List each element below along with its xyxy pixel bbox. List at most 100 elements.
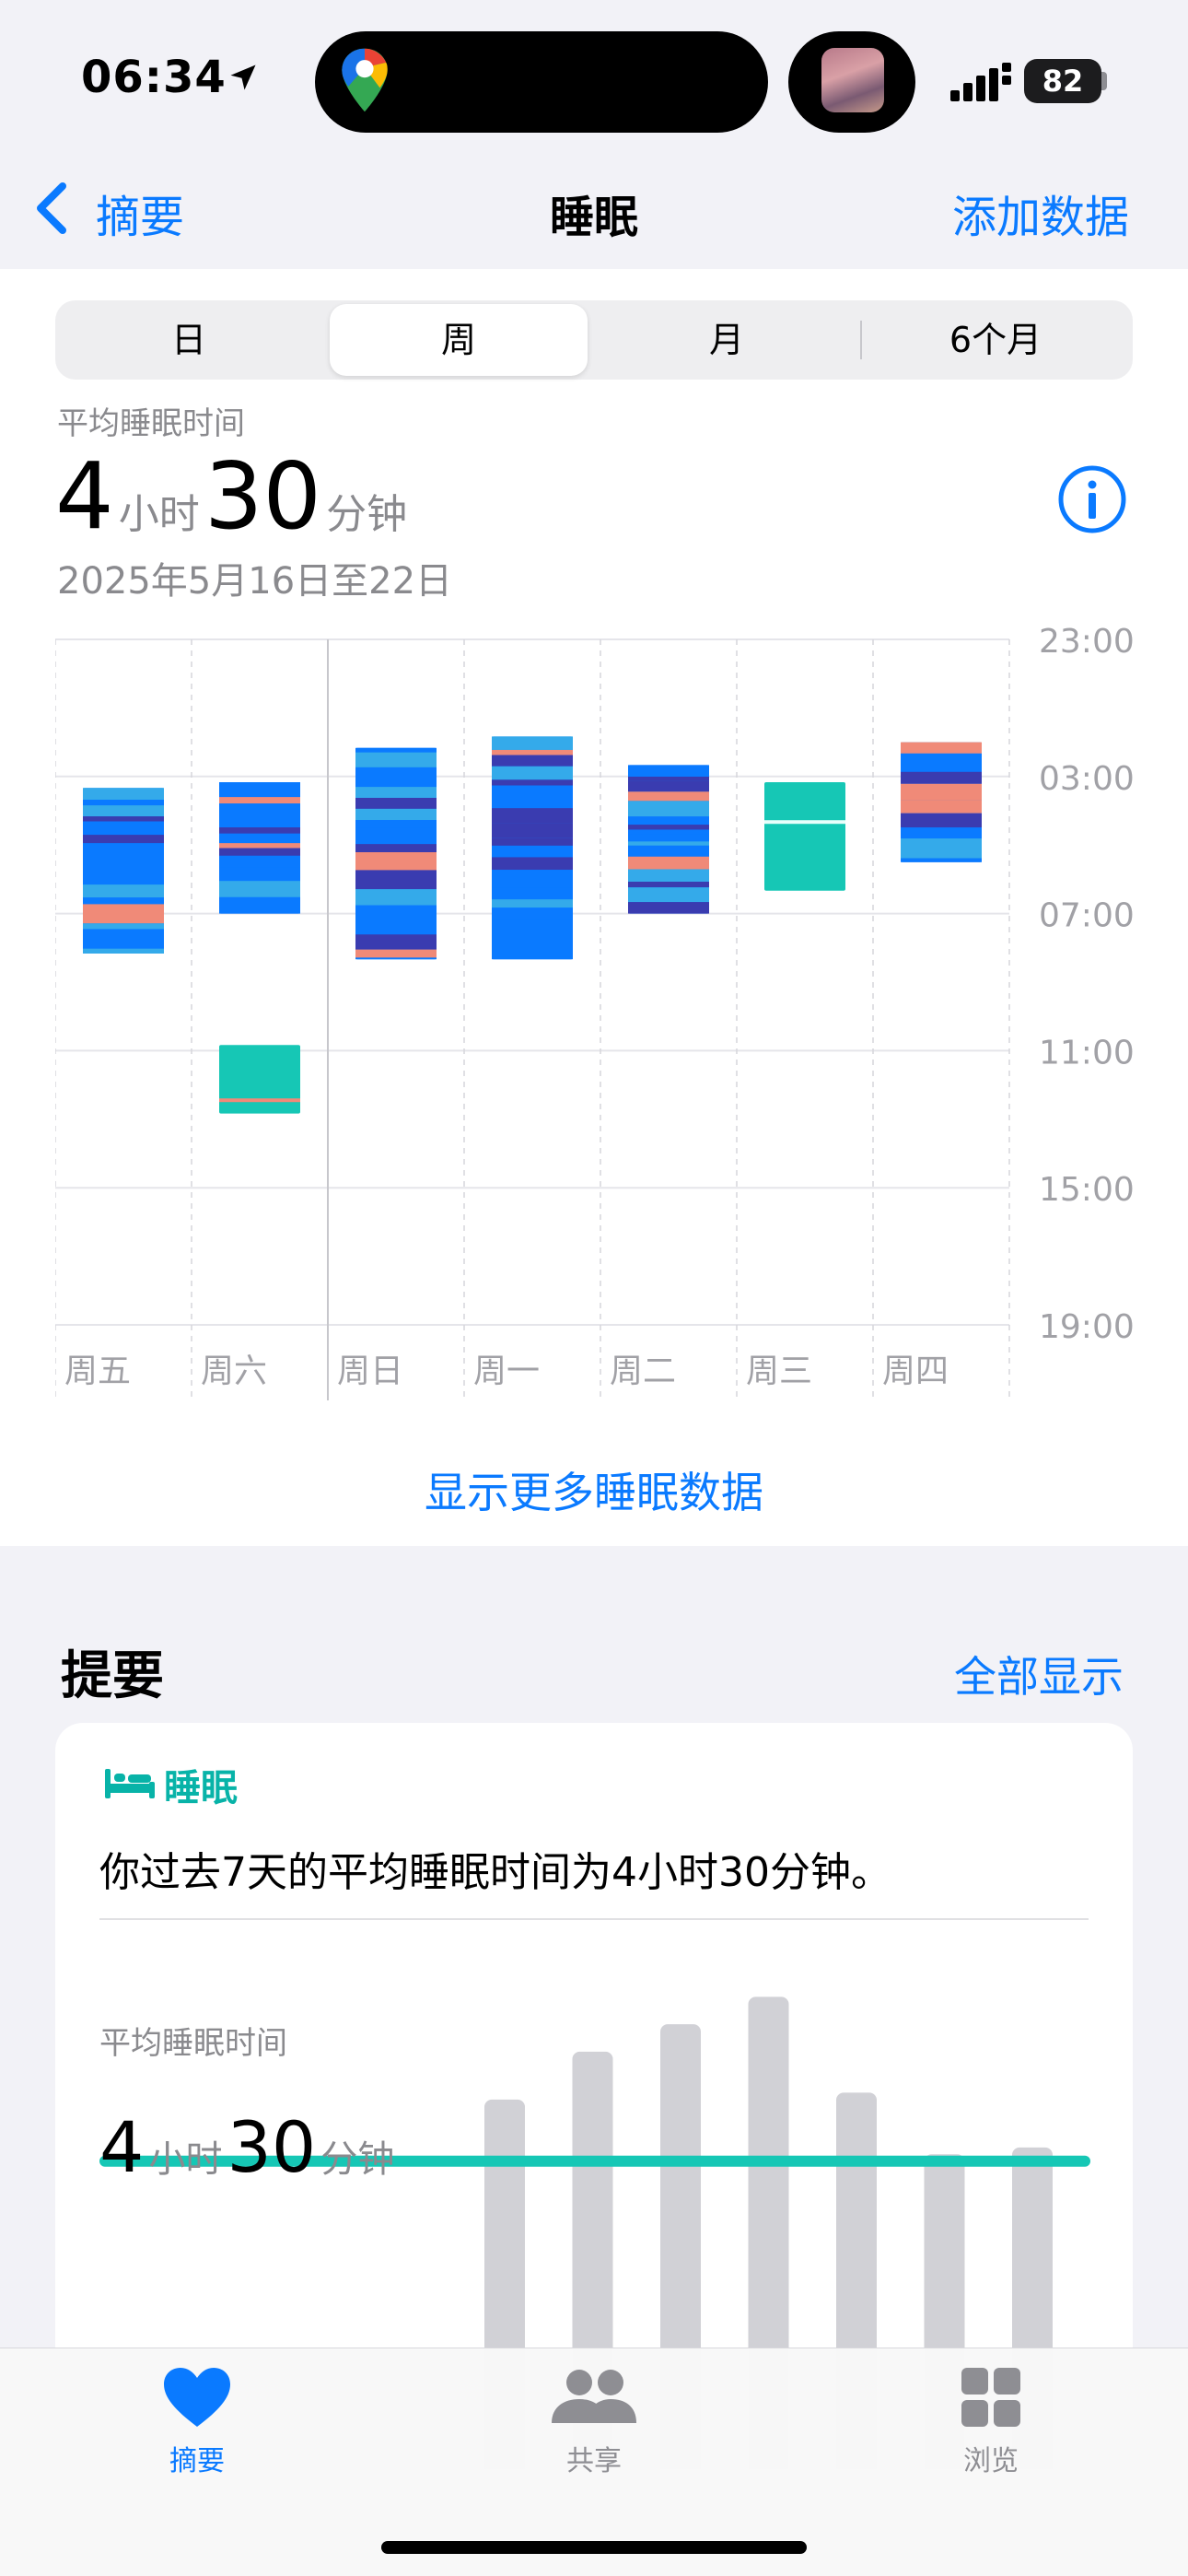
- tab-browse[interactable]: 浏览: [899, 2366, 1083, 2478]
- card-hours-value: 4: [99, 2106, 145, 2188]
- sleep-stage-stripe: [83, 821, 164, 836]
- sleep-stage-stripe: [628, 834, 709, 842]
- sleep-stage-stripe: [355, 827, 437, 845]
- sleep-stage-stripe: [492, 837, 573, 846]
- home-indicator[interactable]: [381, 2541, 807, 2554]
- sleep-stage-stripe: [492, 851, 573, 858]
- card-summary-text: 你过去7天的平均睡眠时间为4小时30分钟。: [99, 1849, 891, 1896]
- sleep-stages-chart[interactable]: 23:00 03:00 07:00 11:00 15:00 19:00 周五 周六 周日 周一 周二…: [55, 626, 1142, 1400]
- tab-summary[interactable]: 摘要: [105, 2366, 289, 2478]
- sleep-stage-stripe: [355, 957, 437, 960]
- sleep-stage-stripe: [492, 785, 573, 804]
- tab-sharing[interactable]: 共享: [502, 2366, 686, 2478]
- show-more-sleep-data-link[interactable]: 显示更多睡眠数据: [0, 1459, 1188, 1520]
- y-tick-label: 15:00: [1039, 1171, 1135, 1209]
- card-average-label: 平均睡眠时间: [99, 2025, 287, 2062]
- people-icon: [552, 2370, 636, 2423]
- sleep-stage-stripe: [355, 808, 437, 821]
- sleep-stage-stripe: [83, 923, 164, 930]
- sleep-stage-stripe: [492, 755, 573, 767]
- sleep-stage-stripe: [901, 838, 982, 859]
- sleep-stage-stripe: [492, 845, 573, 852]
- sleep-stage-stripe: [355, 905, 437, 919]
- sleep-stage-stripe: [83, 948, 164, 954]
- segment-week[interactable]: 周: [330, 300, 588, 380]
- sleep-stage-stripe: [355, 787, 437, 798]
- battery-nub: [1101, 72, 1107, 90]
- sleep-stage-stripe: [492, 857, 573, 871]
- sleep-stage-stripe: [83, 788, 164, 801]
- location-arrow-icon: [230, 64, 256, 90]
- sleep-stage-stripe: [355, 747, 437, 753]
- sleep-stage-stripe: [492, 956, 573, 960]
- show-all-button[interactable]: 全部显示: [954, 1644, 1124, 1704]
- in-bed-marker: [219, 1098, 300, 1103]
- sleep-stage-stripe: [628, 825, 709, 830]
- tab-sharing-label: 共享: [566, 2445, 622, 2477]
- sleep-stage-stripe: [492, 912, 573, 920]
- sleep-stage-stripe: [628, 881, 709, 888]
- card-minutes-unit: 分钟: [320, 2138, 395, 2181]
- sleep-stage-stripe: [83, 858, 164, 871]
- sleep-stage-stripe: [219, 782, 300, 798]
- sleep-stage-stripe: [219, 797, 300, 804]
- sleep-stage-stripe: [355, 870, 437, 890]
- sleep-stage-stripe: [83, 835, 164, 844]
- sleep-stage-stripe: [355, 949, 437, 958]
- x-tick-label: 周六: [201, 1352, 267, 1390]
- sleep-stage-stripe: [628, 801, 709, 817]
- card-minutes-value: 30: [227, 2106, 317, 2188]
- minutes-value: 30: [204, 442, 322, 550]
- add-data-button[interactable]: 添加数据: [952, 181, 1129, 245]
- x-tick-label: 周四: [882, 1352, 949, 1390]
- y-tick-label: 03:00: [1039, 760, 1135, 798]
- x-tick-label: 周日: [337, 1352, 403, 1390]
- sleep-stage-stripe: [628, 869, 709, 882]
- period-segmented-control[interactable]: 日 周 月 6个月: [55, 300, 1133, 380]
- sleep-session-bar[interactable]: [219, 1045, 300, 1114]
- sleep-stage-stripe: [83, 800, 164, 806]
- segment-month[interactable]: 月: [595, 300, 858, 380]
- segment-six-months[interactable]: 6个月: [862, 300, 1129, 380]
- sleep-stage-stripe: [628, 765, 709, 778]
- info-icon[interactable]: [1057, 464, 1127, 534]
- sleep-stage-stripe: [492, 736, 573, 750]
- sleep-stage-stripe: [355, 844, 437, 853]
- sleep-stage-stripe: [492, 823, 573, 838]
- sleep-stage-stripe: [355, 752, 437, 767]
- x-tick-label: 周三: [746, 1352, 812, 1390]
- sleep-stage-stripe: [492, 779, 573, 786]
- sleep-stage-stripe: [219, 814, 300, 828]
- card-hours-unit: 小时: [148, 2138, 223, 2181]
- x-tick-label: 周二: [610, 1352, 676, 1390]
- sleep-session-bar[interactable]: [219, 782, 300, 914]
- sleep-stage-stripe: [83, 805, 164, 817]
- sleep-stage-stripe: [901, 827, 982, 839]
- sleep-stage-stripe: [492, 899, 573, 908]
- sleep-stage-stripe: [492, 803, 573, 809]
- date-range: 2025年5月16日至22日: [57, 560, 453, 603]
- sleep-session-bar[interactable]: [628, 765, 709, 914]
- sleep-session-bar[interactable]: [492, 736, 573, 960]
- x-tick-label: 周一: [473, 1352, 540, 1390]
- heart-icon: [164, 2368, 230, 2427]
- tab-summary-label: 摘要: [169, 2445, 225, 2477]
- sleep-stage-stripe: [901, 858, 982, 862]
- sleep-session-bar[interactable]: [764, 782, 845, 891]
- segment-day[interactable]: 日: [55, 300, 322, 380]
- sleep-stage-stripe: [628, 856, 709, 870]
- bed-icon: [105, 1769, 155, 1798]
- sleep-stage-stripe: [83, 816, 164, 822]
- sleep-session-bar[interactable]: [83, 788, 164, 954]
- card-average-value: 4 小时 30 分钟: [99, 2106, 394, 2188]
- sleep-stage-stripe: [901, 742, 982, 754]
- sleep-stage-stripe: [901, 771, 982, 784]
- sleep-stage-stripe: [219, 867, 300, 882]
- y-tick-label: 23:00: [1039, 626, 1135, 661]
- sleep-stage-stripe: [355, 852, 437, 871]
- sleep-stage-stripe: [628, 780, 709, 792]
- album-art-thumbnail: [821, 48, 884, 112]
- sleep-session-bar[interactable]: [901, 742, 982, 862]
- sleep-stage-stripe: [628, 887, 709, 903]
- sleep-session-bar[interactable]: [355, 747, 437, 960]
